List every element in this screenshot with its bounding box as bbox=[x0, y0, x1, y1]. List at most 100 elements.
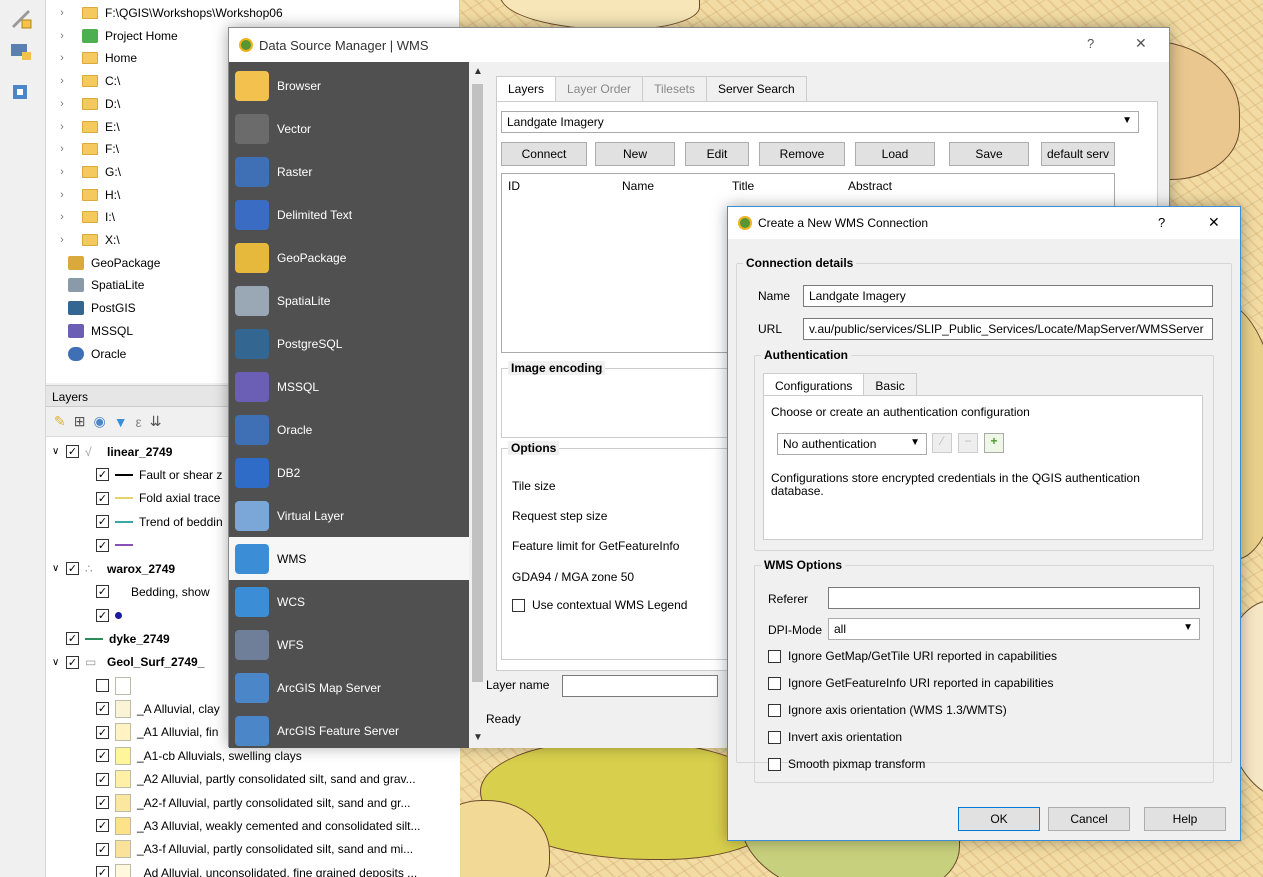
add-group-icon[interactable]: ⊞ bbox=[74, 413, 86, 430]
layer-checkbox[interactable]: ✓ bbox=[96, 702, 109, 716]
dsm-help-button[interactable]: ? bbox=[1087, 36, 1094, 51]
column-header-id[interactable]: ID bbox=[508, 179, 520, 193]
layer-row[interactable]: ✓ _A2-f Alluvial, partly consolidated sil… bbox=[46, 791, 460, 814]
sidebar-item-browser[interactable]: Browser bbox=[229, 64, 469, 107]
layer-row[interactable]: ✓ _A2 Alluvial, partly consolidated silt,… bbox=[46, 768, 460, 791]
expand-icon[interactable]: ∨ bbox=[52, 563, 66, 574]
expand-all-icon[interactable]: ⇊ bbox=[150, 413, 162, 430]
layer-checkbox[interactable]: ✓ bbox=[96, 772, 109, 786]
sidebar-item-wfs[interactable]: WFS bbox=[229, 623, 469, 666]
layer-checkbox[interactable]: ✓ bbox=[96, 515, 109, 529]
filter-icon[interactable]: ▼ bbox=[114, 414, 128, 430]
cancel-button[interactable]: Cancel bbox=[1048, 807, 1130, 831]
chevron-right-icon[interactable]: › bbox=[54, 234, 70, 246]
remove-button[interactable]: Remove bbox=[759, 142, 845, 166]
ok-button[interactable]: OK bbox=[958, 807, 1040, 831]
style-icon[interactable]: ✎ bbox=[54, 413, 66, 430]
chevron-right-icon[interactable]: › bbox=[54, 52, 70, 64]
dsm-close-button[interactable]: ✕ bbox=[1135, 35, 1147, 52]
chevron-right-icon[interactable]: › bbox=[54, 30, 70, 42]
wms-option-checkbox[interactable]: Ignore GetFeatureInfo URI reported in ca… bbox=[768, 676, 1053, 690]
sidebar-item-wms[interactable]: WMS bbox=[229, 537, 469, 580]
chevron-right-icon[interactable]: › bbox=[54, 98, 70, 110]
wms-help-button[interactable]: ? bbox=[1158, 215, 1165, 230]
dpi-mode-select[interactable]: all ▼ bbox=[828, 618, 1200, 640]
chevron-right-icon[interactable]: › bbox=[54, 121, 70, 133]
checkbox-box[interactable] bbox=[768, 649, 781, 663]
layer-checkbox[interactable]: ✓ bbox=[96, 468, 109, 482]
sidebar-item-raster[interactable]: Raster bbox=[229, 150, 469, 193]
save-button[interactable]: Save bbox=[949, 142, 1029, 166]
layer-row[interactable]: ✓ _A3-f Alluvial, partly consolidated sil… bbox=[46, 838, 460, 861]
referer-input[interactable] bbox=[828, 587, 1200, 609]
checkbox-box[interactable] bbox=[768, 757, 781, 771]
chevron-right-icon[interactable]: › bbox=[54, 75, 70, 87]
sidebar-item-oracle[interactable]: Oracle bbox=[229, 408, 469, 451]
sidebar-scrollbar[interactable]: ▲ ▼ bbox=[469, 62, 486, 748]
layer-checkbox[interactable]: ✓ bbox=[66, 655, 79, 669]
connection-select[interactable]: Landgate Imagery ▼ bbox=[501, 111, 1139, 133]
sidebar-item-postgresql[interactable]: PostgreSQL bbox=[229, 322, 469, 365]
layer-checkbox[interactable] bbox=[96, 679, 109, 692]
sidebar-item-geopackage[interactable]: GeoPackage bbox=[229, 236, 469, 279]
chevron-right-icon[interactable]: › bbox=[54, 7, 70, 19]
column-header-name[interactable]: Name bbox=[622, 179, 654, 193]
remove-auth-icon[interactable]: − bbox=[958, 433, 978, 453]
help-button[interactable]: Help bbox=[1144, 807, 1226, 831]
browser-item[interactable]: › F:\QGIS\Workshops\Workshop06 bbox=[46, 1, 460, 25]
database-icon[interactable] bbox=[8, 38, 34, 62]
checkbox-box[interactable] bbox=[768, 703, 781, 717]
chevron-right-icon[interactable]: › bbox=[54, 143, 70, 155]
visibility-icon[interactable]: ◉ bbox=[93, 413, 105, 430]
layer-row[interactable]: ✓ _A3 Alluvial, weakly cemented and conso… bbox=[46, 814, 460, 837]
chevron-right-icon[interactable]: › bbox=[54, 189, 70, 201]
layer-checkbox[interactable]: ✓ bbox=[96, 585, 109, 599]
wms-option-checkbox[interactable]: Ignore axis orientation (WMS 1.3/WMTS) bbox=[768, 703, 1007, 717]
checkbox-box[interactable] bbox=[512, 598, 525, 612]
edit-button[interactable]: Edit bbox=[685, 142, 749, 166]
sidebar-item-vector[interactable]: Vector bbox=[229, 107, 469, 150]
layer-checkbox[interactable]: ✓ bbox=[96, 538, 109, 552]
add-auth-icon[interactable]: + bbox=[984, 433, 1004, 453]
chevron-right-icon[interactable]: › bbox=[54, 166, 70, 178]
tab-layer-order[interactable]: Layer Order bbox=[555, 76, 644, 101]
edit-auth-icon[interactable]: ⁄ bbox=[932, 433, 952, 453]
url-input[interactable]: v.au/public/services/SLIP_Public_Service… bbox=[803, 318, 1213, 340]
wms-option-checkbox[interactable]: Ignore GetMap/GetTile URI reported in ca… bbox=[768, 649, 1057, 663]
sidebar-item-arcgis-map-server[interactable]: ArcGIS Map Server bbox=[229, 666, 469, 709]
sidebar-item-db2[interactable]: DB2 bbox=[229, 451, 469, 494]
name-input[interactable]: Landgate Imagery bbox=[803, 285, 1213, 307]
sidebar-item-spatialite[interactable]: SpatiaLite bbox=[229, 279, 469, 322]
tab-layers[interactable]: Layers bbox=[496, 76, 557, 101]
layer-checkbox[interactable]: ✓ bbox=[66, 632, 79, 646]
column-header-abstract[interactable]: Abstract bbox=[848, 179, 892, 193]
layer-checkbox[interactable]: ✓ bbox=[96, 725, 109, 739]
sidebar-item-virtual-layer[interactable]: Virtual Layer bbox=[229, 494, 469, 537]
layer-checkbox[interactable]: ✓ bbox=[66, 445, 79, 458]
layer-checkbox[interactable]: ✓ bbox=[66, 562, 79, 575]
new-button[interactable]: New bbox=[595, 142, 675, 166]
layer-checkbox[interactable]: ✓ bbox=[96, 866, 109, 877]
expand-icon[interactable]: ∨ bbox=[52, 657, 66, 668]
layer-checkbox[interactable]: ✓ bbox=[96, 608, 109, 622]
sidebar-item-mssql[interactable]: MSSQL bbox=[229, 365, 469, 408]
sidebar-item-wcs[interactable]: WCS bbox=[229, 580, 469, 623]
sidebar-item-delimited-text[interactable]: Delimited Text bbox=[229, 193, 469, 236]
expression-filter-icon[interactable]: ε bbox=[136, 414, 142, 430]
scrollbar-thumb[interactable] bbox=[472, 84, 483, 682]
tab-server-search[interactable]: Server Search bbox=[705, 76, 807, 101]
layer-checkbox[interactable]: ✓ bbox=[96, 491, 109, 505]
sidebar-item-arcgis-feature-server[interactable]: ArcGIS Feature Server bbox=[229, 709, 469, 752]
plugin-icon[interactable] bbox=[8, 80, 34, 104]
expand-icon[interactable]: ∨ bbox=[52, 446, 66, 457]
scroll-up-icon[interactable]: ▲ bbox=[473, 66, 483, 77]
layer-checkbox[interactable]: ✓ bbox=[96, 819, 109, 833]
checkbox-box[interactable] bbox=[768, 730, 781, 744]
layer-checkbox[interactable]: ✓ bbox=[96, 796, 109, 809]
checkbox-box[interactable] bbox=[768, 676, 781, 690]
tab-tilesets[interactable]: Tilesets bbox=[642, 76, 707, 101]
auth-config-select[interactable]: No authentication ▼ bbox=[777, 433, 927, 455]
wms-option-checkbox[interactable]: Invert axis orientation bbox=[768, 730, 902, 744]
layer-checkbox[interactable]: ✓ bbox=[96, 842, 109, 856]
scroll-down-icon[interactable]: ▼ bbox=[473, 732, 483, 743]
